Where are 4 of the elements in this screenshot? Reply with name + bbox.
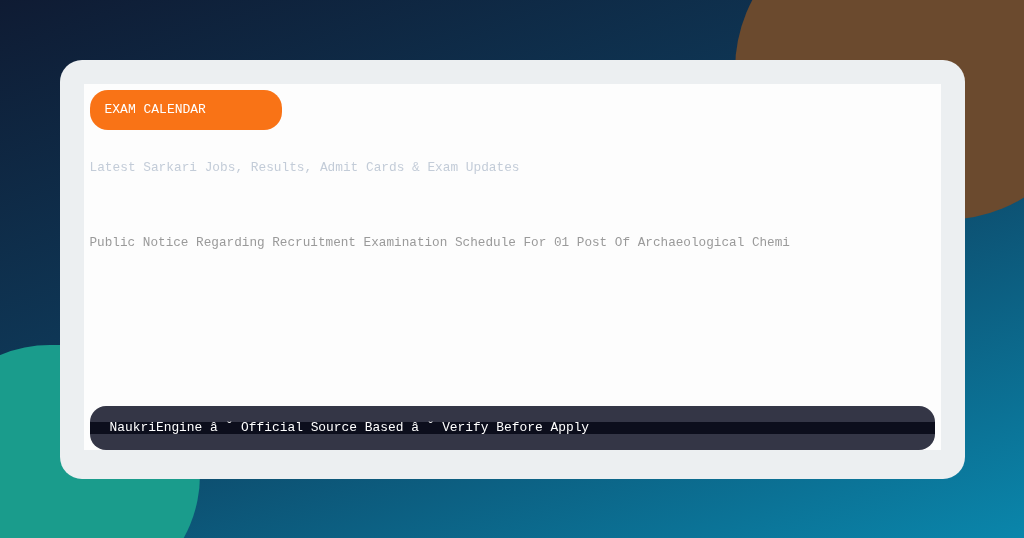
category-badge: EXAM CALENDAR bbox=[89, 89, 282, 130]
footer-text: NaukriEngine â ˘ Official Source Based â ˘ Verify Before Apply bbox=[109, 418, 590, 437]
tagline: Latest Sarkari Jobs, Results, Admit Cards & Exam Updates bbox=[89, 158, 521, 177]
headline: Public Notice Regarding Recruitment Examination Schedule For 01 Post Of Archaeological Chemi bbox=[89, 233, 791, 252]
